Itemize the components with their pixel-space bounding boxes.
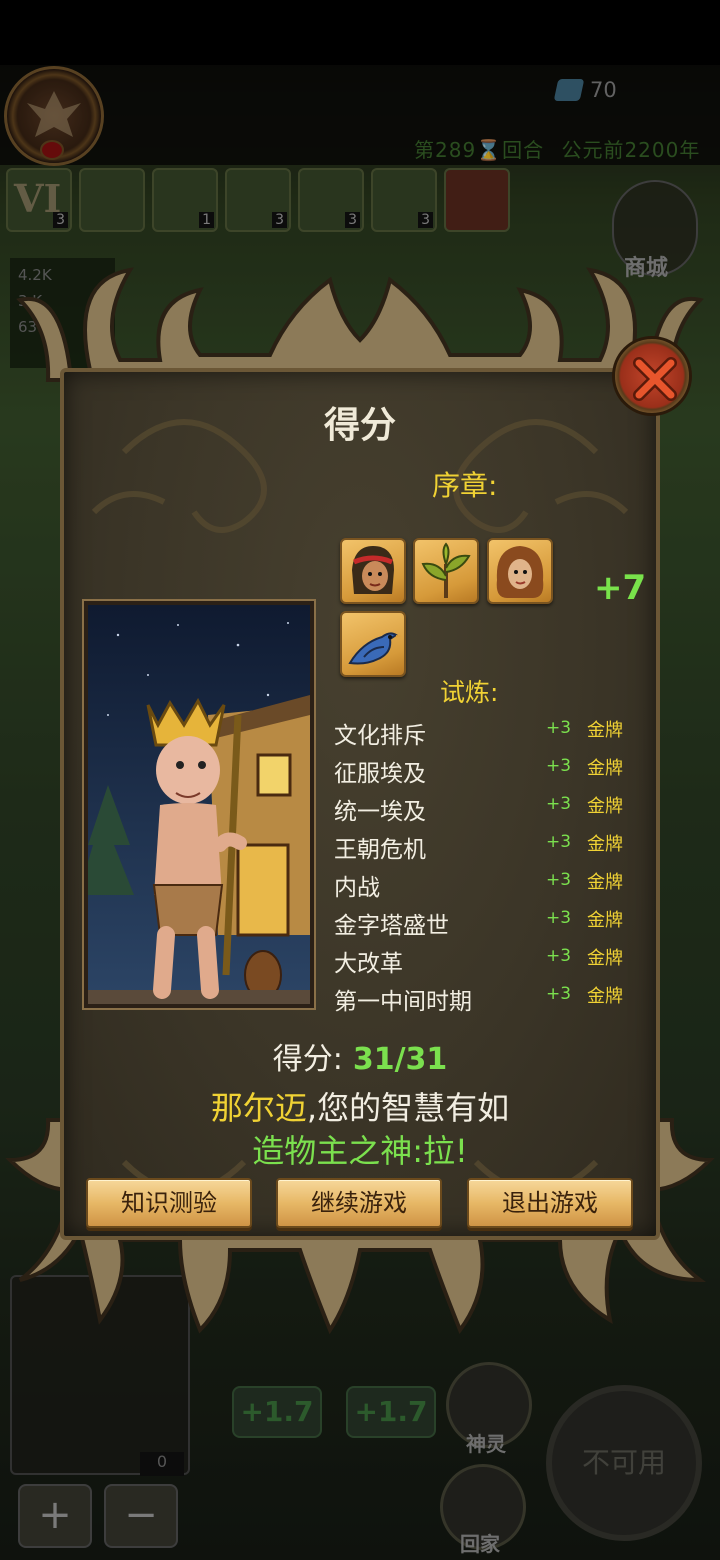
trial-name: 内战	[334, 875, 380, 901]
trial-list: 文化排斥 +3 金牌 征服埃及 +3 金牌 统一埃及 +3 金牌 王朝危机 +3…	[334, 712, 634, 1016]
curly-hair-woman-icon	[487, 538, 553, 604]
quit-button[interactable]: 退出游戏	[467, 1178, 633, 1228]
trial-points: +3	[546, 756, 572, 776]
trials-label: 试炼:	[440, 678, 499, 707]
score-value: 31/31	[352, 1042, 448, 1077]
trial-name: 大改革	[334, 951, 403, 977]
score-row: 得分: 31/31	[0, 1034, 720, 1078]
trial-medal: 金牌	[587, 872, 623, 893]
trial-name: 金字塔盛世	[334, 913, 449, 939]
trial-name: 统一埃及	[334, 799, 426, 825]
trial-points: +3	[546, 832, 572, 852]
message-text: ,您的智慧有如	[306, 1089, 510, 1127]
trial-medal: 金牌	[587, 910, 623, 931]
trial-name: 征服埃及	[334, 761, 426, 787]
trial-row: 征服埃及 +3 金牌	[334, 750, 634, 788]
trial-row: 文化排斥 +3 金牌	[334, 712, 634, 750]
dialog-title: 得分	[323, 405, 396, 446]
sapling-icon	[413, 538, 479, 604]
trial-row: 第一中间时期 +3 金牌	[334, 978, 634, 1016]
trial-points: +3	[546, 908, 572, 928]
pharaoh-portrait	[82, 599, 316, 1010]
trial-points: +3	[546, 870, 572, 890]
trial-medal: 金牌	[587, 834, 623, 855]
leader-name: 那尔迈	[210, 1089, 307, 1127]
trial-medal: 金牌	[587, 758, 623, 779]
result-message: 那尔迈,您的智慧有如	[0, 1083, 720, 1129]
trial-points: +3	[546, 984, 572, 1004]
close-icon	[633, 357, 677, 401]
trial-row: 王朝危机 +3 金牌	[334, 826, 634, 864]
trial-row: 统一埃及 +3 金牌	[334, 788, 634, 826]
trial-row: 内战 +3 金牌	[334, 864, 634, 902]
trial-medal: 金牌	[587, 720, 623, 741]
tribal-woman-icon	[340, 538, 406, 604]
trial-name: 第一中间时期	[334, 989, 472, 1015]
prologue-label: 序章:	[432, 469, 498, 502]
trial-name: 文化排斥	[334, 723, 426, 749]
trial-row: 金字塔盛世 +3 金牌	[334, 902, 634, 940]
trial-medal: 金牌	[587, 986, 623, 1007]
continue-button[interactable]: 继续游戏	[276, 1178, 442, 1228]
quiz-button[interactable]: 知识测验	[86, 1178, 252, 1228]
blue-bird-icon	[340, 611, 406, 677]
trial-name: 王朝危机	[334, 837, 426, 863]
trial-medal: 金牌	[587, 796, 623, 817]
trial-points: +3	[546, 794, 572, 814]
score-label: 得分:	[272, 1042, 343, 1077]
trial-medal: 金牌	[587, 948, 623, 969]
trial-row: 大改革 +3 金牌	[334, 940, 634, 978]
result-rank: 造物主之神:拉!	[252, 1132, 468, 1170]
trial-points: +3	[546, 718, 572, 738]
prologue-bonus: +7	[594, 568, 647, 608]
trial-points: +3	[546, 946, 572, 966]
